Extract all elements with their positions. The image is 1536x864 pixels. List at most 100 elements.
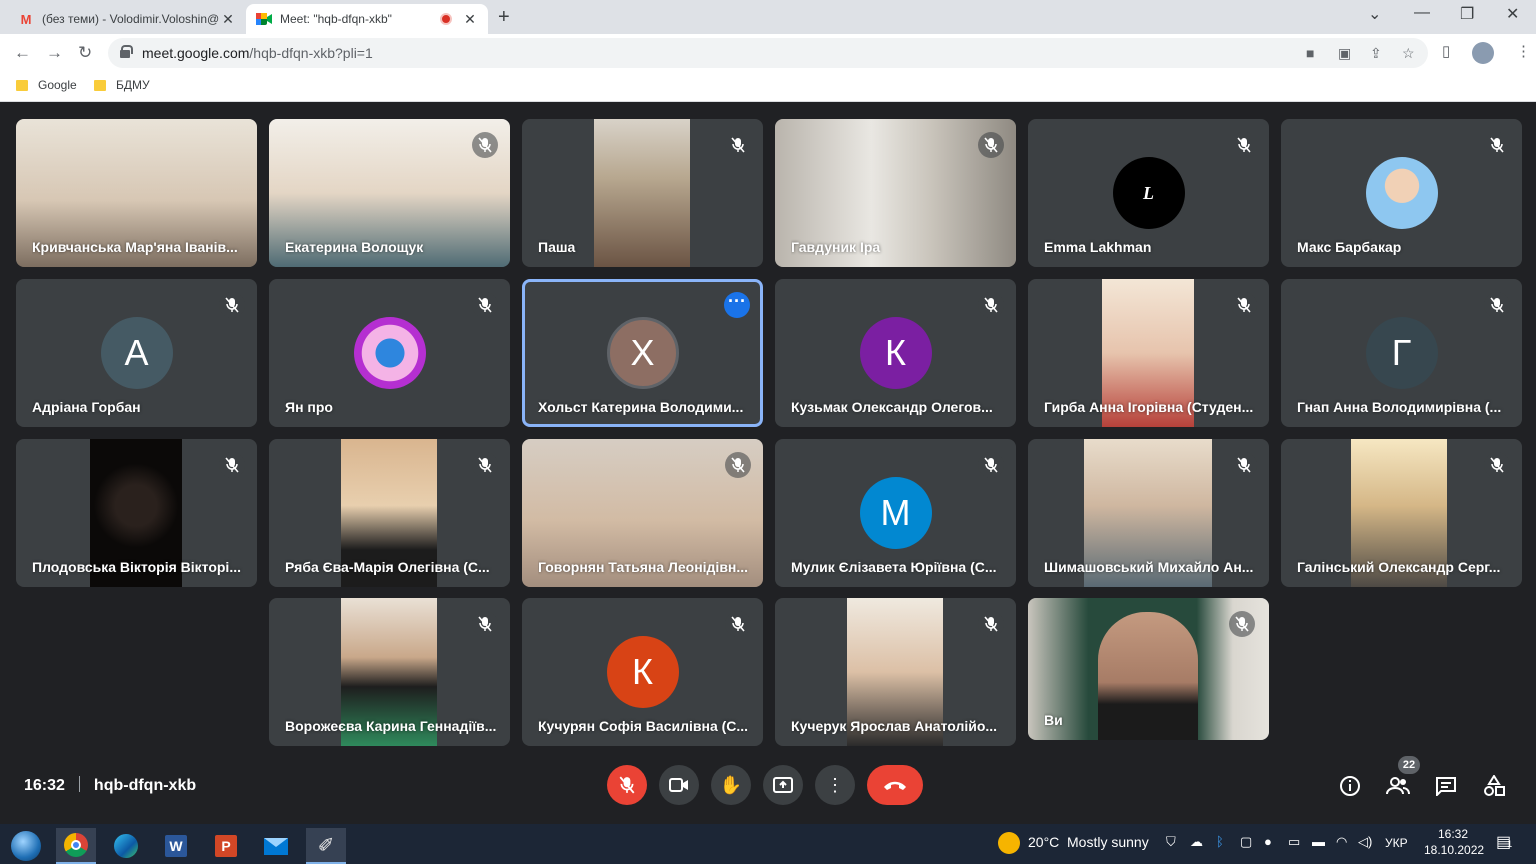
- participant-tile[interactable]: Говорнян Татьяна Леонідівн...: [522, 439, 763, 587]
- notifications-icon[interactable]: ▤1: [1496, 832, 1512, 852]
- meeting-info-button[interactable]: [1336, 772, 1364, 800]
- microphone-icon[interactable]: ●: [1264, 834, 1272, 849]
- participant-tile[interactable]: Кучерук Ярослав Анатолійо...: [775, 598, 1016, 746]
- more-options-button[interactable]: ⋮: [815, 765, 855, 805]
- reload-icon[interactable]: ↻: [78, 43, 92, 63]
- participant-tile[interactable]: Гирба Анна Ігорівна (Студен...: [1028, 279, 1269, 427]
- participant-tile[interactable]: А Адріана Горбан: [16, 279, 257, 427]
- notification-count: 1: [1507, 839, 1513, 849]
- tab-meet[interactable]: Meet: "hqb-dfqn-xkb" ✕: [246, 4, 488, 34]
- lock-icon[interactable]: [120, 45, 133, 58]
- participant-name: Гавдуник Іра: [791, 239, 881, 255]
- cloud-icon[interactable]: ☁: [1190, 834, 1203, 850]
- mic-off-icon: [472, 132, 498, 158]
- taskbar-app[interactable]: ✐: [306, 828, 346, 864]
- weather-temp[interactable]: 20°C: [1028, 834, 1059, 850]
- devices-icon[interactable]: ▢: [1240, 834, 1252, 850]
- minimize-icon[interactable]: —: [1414, 4, 1430, 22]
- tab-search-icon[interactable]: ⌄: [1368, 4, 1381, 24]
- new-tab-button[interactable]: +: [498, 6, 510, 29]
- participant-tile[interactable]: Плодовська Вікторія Вікторі...: [16, 439, 257, 587]
- taskbar-chrome[interactable]: [56, 828, 96, 864]
- weather-condition[interactable]: Mostly sunny: [1067, 834, 1149, 850]
- avatar: Х: [606, 317, 679, 389]
- participant-tile[interactable]: L Emma Lakhman: [1028, 119, 1269, 267]
- avatar: М: [859, 477, 932, 549]
- participant-tile[interactable]: Кривчанська Мар'яна Іванів...: [16, 119, 257, 267]
- self-tile[interactable]: Ви: [1028, 598, 1269, 740]
- security-shield-icon[interactable]: ⛉: [1166, 834, 1176, 850]
- recording-icon: [440, 13, 452, 25]
- raise-hand-button[interactable]: ✋: [711, 765, 751, 805]
- start-button[interactable]: [6, 828, 46, 864]
- bookmark-label: Google: [38, 78, 77, 92]
- mic-off-icon: [725, 611, 751, 637]
- participant-tile-selected[interactable]: Х ··· Хольст Катерина Володими...: [522, 279, 763, 427]
- battery-icon[interactable]: ▬: [1312, 834, 1325, 849]
- volume-icon[interactable]: ◁): [1358, 834, 1372, 850]
- close-window-icon[interactable]: ✕: [1506, 4, 1519, 24]
- bluetooth-icon[interactable]: ᛒ: [1216, 834, 1224, 849]
- leave-call-button[interactable]: [867, 765, 923, 805]
- camera-icon[interactable]: ■: [1306, 45, 1314, 61]
- bookmark-star-icon[interactable]: ☆: [1402, 45, 1415, 62]
- participant-tile[interactable]: Галінський Олександр Серг...: [1281, 439, 1522, 587]
- bookmark-label: БДМУ: [116, 78, 150, 92]
- more-options-icon[interactable]: ···: [724, 292, 750, 318]
- participant-tile[interactable]: Ворожеєва Карина Геннадіїв...: [269, 598, 510, 746]
- bookmark-bdmu[interactable]: БДМУ: [94, 78, 150, 92]
- participant-tile[interactable]: К Кузьмак Олександр Олегов...: [775, 279, 1016, 427]
- participant-tile[interactable]: Гавдуник Іра: [775, 119, 1016, 267]
- tab-gmail[interactable]: M (без теми) - Volodimir.Voloshin@ ✕: [8, 4, 246, 34]
- toggle-mic-button[interactable]: [607, 765, 647, 805]
- participant-tile[interactable]: Ян про: [269, 279, 510, 427]
- bookmark-google[interactable]: Google: [16, 78, 77, 92]
- weather-icon[interactable]: [998, 832, 1020, 854]
- menu-icon[interactable]: ⋮: [1516, 42, 1531, 60]
- more-vert-icon: ⋮: [826, 774, 844, 795]
- participant-name: Ян про: [285, 399, 333, 415]
- chat-button[interactable]: [1432, 772, 1460, 800]
- taskbar-word[interactable]: W: [156, 828, 196, 864]
- participant-name: Гирба Анна Ігорівна (Студен...: [1044, 399, 1254, 415]
- participant-name: Екатерина Волощук: [285, 239, 424, 255]
- share-icon[interactable]: ⇪: [1370, 45, 1382, 62]
- tab-strip: M (без теми) - Volodimir.Voloshin@ ✕ Mee…: [0, 0, 1536, 34]
- language-indicator[interactable]: УКР: [1385, 836, 1408, 850]
- taskbar-powerpoint[interactable]: P: [206, 828, 246, 864]
- folder-icon: [16, 79, 28, 91]
- mail-icon: [264, 837, 288, 855]
- people-button[interactable]: [1384, 772, 1412, 800]
- meet-icon: [256, 11, 272, 27]
- taskbar-edge[interactable]: [106, 828, 146, 864]
- app-icon: ✐: [317, 834, 335, 857]
- wifi-icon[interactable]: ◠: [1336, 834, 1347, 850]
- close-tab-icon[interactable]: ✕: [220, 11, 236, 28]
- display-icon[interactable]: ▭: [1288, 834, 1300, 850]
- participant-name: Emma Lakhman: [1044, 239, 1152, 255]
- participant-tile[interactable]: Ряба Єва-Марія Олегівна (С...: [269, 439, 510, 587]
- side-panel-icon[interactable]: ▯: [1442, 42, 1450, 60]
- back-icon[interactable]: ←: [14, 43, 31, 63]
- restore-icon[interactable]: ❐: [1460, 4, 1474, 24]
- participant-tile[interactable]: К Кучурян Софія Василівна (С...: [522, 598, 763, 746]
- participant-tile[interactable]: Макс Барбакар: [1281, 119, 1522, 267]
- participant-tile[interactable]: Екатерина Волощук: [269, 119, 510, 267]
- url-host: meet.google.com: [142, 45, 250, 61]
- toggle-camera-button[interactable]: [659, 765, 699, 805]
- participant-tile[interactable]: М Мулик Єлізавета Юріївна (С...: [775, 439, 1016, 587]
- avatar[interactable]: [1472, 42, 1494, 64]
- participant-tile[interactable]: Паша: [522, 119, 763, 267]
- participant-tile[interactable]: Г Гнап Анна Володимирівна (...: [1281, 279, 1522, 427]
- activities-button[interactable]: [1480, 772, 1508, 800]
- forward-icon[interactable]: →: [46, 43, 63, 63]
- present-button[interactable]: [763, 765, 803, 805]
- address-bar[interactable]: meet.google.com/hqb-dfqn-xkb?pli=1 ■ ▣ ⇪…: [108, 38, 1428, 68]
- translate-icon[interactable]: ▣: [1338, 45, 1351, 62]
- close-tab-icon[interactable]: ✕: [462, 11, 478, 28]
- participant-tile[interactable]: Шимашовський Михайло Ан...: [1028, 439, 1269, 587]
- clock[interactable]: 16:32 18.10.2022: [1424, 827, 1484, 857]
- bookmarks-bar: Google БДМУ: [0, 72, 1536, 102]
- participant-name: Ви: [1044, 712, 1063, 728]
- taskbar-mail[interactable]: [256, 828, 296, 864]
